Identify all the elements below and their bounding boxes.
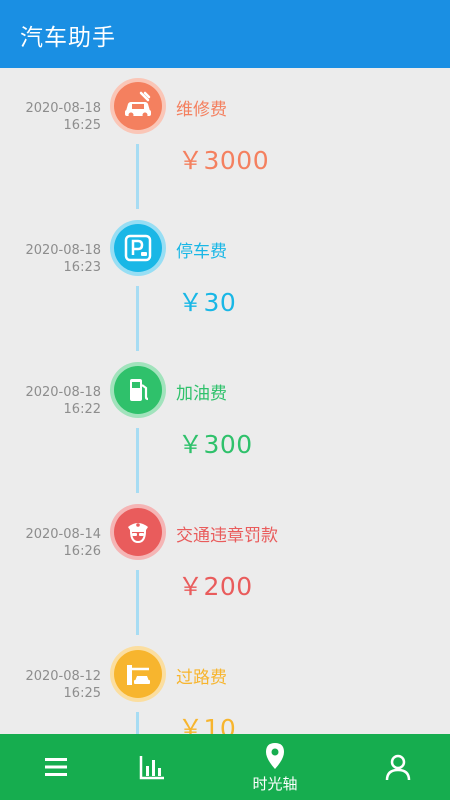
entry-amount: ￥200: [178, 572, 253, 601]
entry-datetime: 2020-08-12 16:25: [25, 668, 101, 702]
entry-datetime: 2020-08-18 16:22: [25, 384, 101, 418]
entry-amount: ￥300: [178, 430, 253, 459]
entry-time: 16:25: [63, 686, 101, 701]
category-badge: [110, 78, 166, 134]
entry-category: 交通违章罚款: [176, 526, 278, 546]
toll-gate-icon: [127, 665, 150, 685]
entry-time: 16:23: [63, 260, 101, 275]
entry-datetime: 2020-08-18 16:23: [25, 242, 101, 276]
entry-date: 2020-08-18: [25, 385, 101, 400]
timeline-entry-violation[interactable]: 2020-08-14 16:26 交通违章罚款 ￥200: [0, 494, 450, 634]
nav-timeline[interactable]: 时光轴: [219, 734, 331, 800]
category-badge: [110, 362, 166, 418]
location-pin-icon: [266, 742, 284, 769]
entry-amount: ￥3000: [178, 146, 270, 175]
entry-category: 过路费: [176, 668, 227, 688]
app-title: 汽车助手: [20, 25, 116, 51]
entry-category: 加油费: [176, 384, 227, 404]
fuel-pump-icon: [130, 379, 149, 401]
nav-statistics[interactable]: [96, 734, 208, 800]
entry-time: 16:25: [63, 118, 101, 133]
timeline-entry-toll[interactable]: 2020-08-12 16:25 过路费 ￥10: [0, 636, 450, 734]
entry-date: 2020-08-12: [25, 669, 101, 684]
user-icon: [385, 754, 411, 781]
entry-date: 2020-08-14: [25, 527, 101, 542]
entry-category: 维修费: [176, 100, 227, 120]
bar-chart-icon: [139, 756, 164, 780]
entry-time: 16:26: [63, 544, 101, 559]
bottom-nav: 时光轴: [0, 734, 450, 800]
timeline-entry-repair[interactable]: 2020-08-18 16:25 维修费 ￥3000: [0, 68, 450, 208]
parking-icon: [124, 234, 152, 262]
car-repair-icon: [125, 91, 151, 118]
entry-amount: ￥10: [178, 714, 237, 734]
category-badge: [110, 220, 166, 276]
entry-time: 16:22: [63, 402, 101, 417]
entry-date: 2020-08-18: [25, 243, 101, 258]
entry-datetime: 2020-08-18 16:25: [25, 100, 101, 134]
menu-icon: [45, 758, 67, 776]
nav-profile[interactable]: [342, 734, 450, 800]
entry-amount: ￥30: [178, 288, 237, 317]
nav-timeline-label: 时光轴: [252, 774, 298, 793]
category-badge: [110, 504, 166, 560]
timeline[interactable]: 2020-08-18 16:25 维修费 ￥3000 2020-08-18 16…: [0, 68, 450, 734]
timeline-entry-parking[interactable]: 2020-08-18 16:23 停车费 ￥30: [0, 210, 450, 350]
entry-date: 2020-08-18: [25, 101, 101, 116]
category-badge: [110, 646, 166, 702]
police-icon: [128, 523, 148, 544]
timeline-entry-fuel[interactable]: 2020-08-18 16:22 加油费 ￥300: [0, 352, 450, 492]
entry-category: 停车费: [176, 242, 227, 262]
entry-datetime: 2020-08-14 16:26: [25, 526, 101, 560]
app-bar: 汽车助手: [0, 0, 450, 68]
